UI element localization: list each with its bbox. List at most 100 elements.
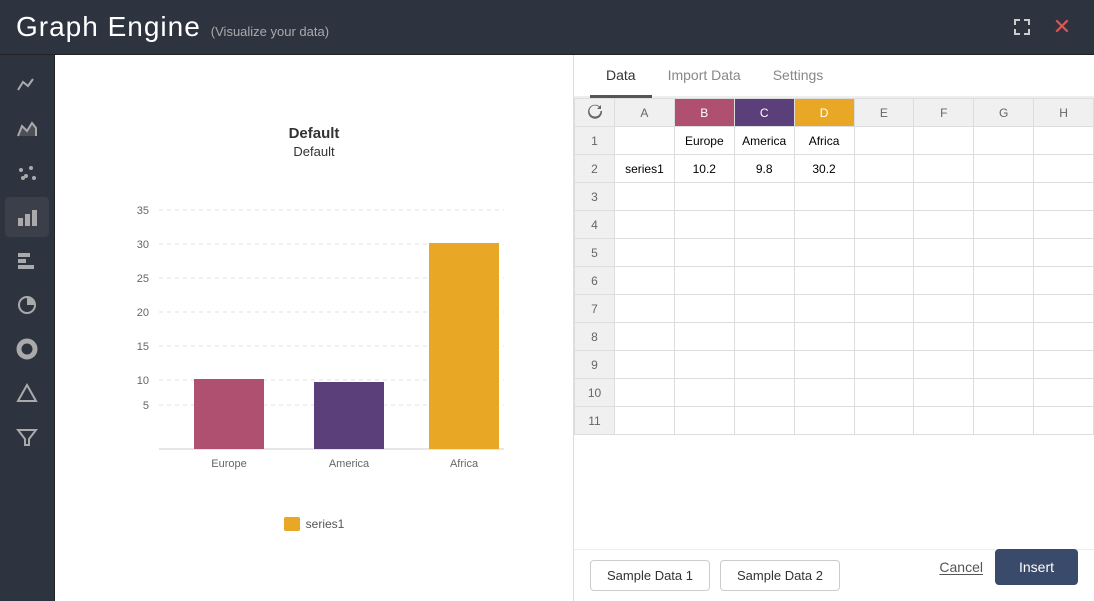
cell[interactable] bbox=[854, 323, 914, 351]
cell[interactable] bbox=[794, 267, 854, 295]
cell[interactable] bbox=[1034, 323, 1094, 351]
tab-import[interactable]: Import Data bbox=[652, 55, 757, 98]
cell[interactable] bbox=[854, 379, 914, 407]
cell[interactable] bbox=[974, 323, 1034, 351]
cell[interactable] bbox=[615, 295, 675, 323]
cell[interactable] bbox=[974, 351, 1034, 379]
sample-data-1-button[interactable]: Sample Data 1 bbox=[590, 560, 710, 591]
cell[interactable] bbox=[854, 267, 914, 295]
cell[interactable] bbox=[674, 211, 734, 239]
cell[interactable] bbox=[854, 239, 914, 267]
sample-data-2-button[interactable]: Sample Data 2 bbox=[720, 560, 840, 591]
tab-settings[interactable]: Settings bbox=[757, 55, 840, 98]
cell[interactable] bbox=[794, 183, 854, 211]
cancel-button[interactable]: Cancel bbox=[939, 559, 983, 575]
cell[interactable] bbox=[615, 323, 675, 351]
cell[interactable] bbox=[674, 351, 734, 379]
cell[interactable] bbox=[914, 127, 974, 155]
cell[interactable] bbox=[794, 155, 854, 183]
cell[interactable] bbox=[974, 295, 1034, 323]
cell[interactable] bbox=[854, 351, 914, 379]
cell[interactable] bbox=[734, 183, 794, 211]
cell[interactable] bbox=[974, 267, 1034, 295]
cell[interactable] bbox=[974, 211, 1034, 239]
cell[interactable] bbox=[794, 295, 854, 323]
cell[interactable] bbox=[615, 239, 675, 267]
cell[interactable] bbox=[914, 211, 974, 239]
cell[interactable] bbox=[914, 295, 974, 323]
cell[interactable] bbox=[734, 211, 794, 239]
cell[interactable] bbox=[734, 267, 794, 295]
cell[interactable] bbox=[1034, 351, 1094, 379]
cell[interactable] bbox=[854, 155, 914, 183]
cell[interactable] bbox=[794, 211, 854, 239]
cell[interactable] bbox=[974, 379, 1034, 407]
sidebar-item-scatter[interactable] bbox=[5, 153, 49, 193]
cell[interactable] bbox=[914, 183, 974, 211]
col-header-refresh[interactable] bbox=[575, 99, 615, 127]
cell[interactable] bbox=[734, 379, 794, 407]
cell[interactable] bbox=[674, 407, 734, 435]
sidebar-item-filter[interactable] bbox=[5, 417, 49, 457]
sidebar-item-bar-v[interactable] bbox=[5, 197, 49, 237]
cell[interactable] bbox=[615, 183, 675, 211]
cell[interactable] bbox=[1034, 295, 1094, 323]
cell[interactable] bbox=[674, 183, 734, 211]
cell[interactable] bbox=[794, 351, 854, 379]
cell[interactable] bbox=[734, 239, 794, 267]
cell[interactable] bbox=[1034, 211, 1094, 239]
cell[interactable] bbox=[674, 323, 734, 351]
sidebar-item-pie[interactable] bbox=[5, 285, 49, 325]
cell[interactable] bbox=[615, 379, 675, 407]
cell[interactable] bbox=[914, 155, 974, 183]
cell[interactable] bbox=[854, 407, 914, 435]
cell[interactable] bbox=[1034, 379, 1094, 407]
cell[interactable] bbox=[615, 267, 675, 295]
cell[interactable] bbox=[914, 323, 974, 351]
cell[interactable] bbox=[615, 127, 675, 155]
cell[interactable] bbox=[854, 127, 914, 155]
close-button[interactable]: ✕ bbox=[1046, 11, 1078, 43]
cell[interactable] bbox=[615, 351, 675, 379]
cell[interactable] bbox=[794, 323, 854, 351]
cell[interactable] bbox=[914, 351, 974, 379]
insert-button[interactable]: Insert bbox=[995, 549, 1078, 585]
sidebar-item-bar-h[interactable] bbox=[5, 241, 49, 281]
cell[interactable] bbox=[914, 379, 974, 407]
cell[interactable] bbox=[734, 351, 794, 379]
cell[interactable] bbox=[615, 211, 675, 239]
cell[interactable] bbox=[974, 127, 1034, 155]
sidebar-item-triangle[interactable] bbox=[5, 373, 49, 413]
cell[interactable] bbox=[734, 155, 794, 183]
cell[interactable] bbox=[974, 155, 1034, 183]
cell[interactable] bbox=[734, 323, 794, 351]
cell[interactable] bbox=[1034, 267, 1094, 295]
cell[interactable] bbox=[734, 127, 794, 155]
cell[interactable] bbox=[674, 155, 734, 183]
cell[interactable] bbox=[914, 239, 974, 267]
cell[interactable] bbox=[1034, 407, 1094, 435]
cell[interactable] bbox=[1034, 239, 1094, 267]
cell[interactable] bbox=[974, 239, 1034, 267]
cell[interactable] bbox=[854, 211, 914, 239]
cell[interactable] bbox=[615, 155, 675, 183]
cell[interactable] bbox=[854, 295, 914, 323]
sidebar-item-line[interactable] bbox=[5, 65, 49, 105]
cell[interactable] bbox=[1034, 183, 1094, 211]
cell[interactable] bbox=[1034, 155, 1094, 183]
cell[interactable] bbox=[794, 379, 854, 407]
cell[interactable] bbox=[914, 267, 974, 295]
sidebar-item-donut[interactable] bbox=[5, 329, 49, 369]
cell[interactable] bbox=[734, 295, 794, 323]
cell[interactable] bbox=[974, 407, 1034, 435]
cell[interactable] bbox=[794, 239, 854, 267]
cell[interactable] bbox=[674, 127, 734, 155]
cell[interactable] bbox=[674, 379, 734, 407]
cell[interactable] bbox=[674, 295, 734, 323]
sidebar-item-area[interactable] bbox=[5, 109, 49, 149]
cell[interactable] bbox=[1034, 127, 1094, 155]
cell[interactable] bbox=[794, 127, 854, 155]
tab-data[interactable]: Data bbox=[590, 55, 652, 98]
fullscreen-button[interactable] bbox=[1006, 11, 1038, 43]
cell[interactable] bbox=[674, 267, 734, 295]
